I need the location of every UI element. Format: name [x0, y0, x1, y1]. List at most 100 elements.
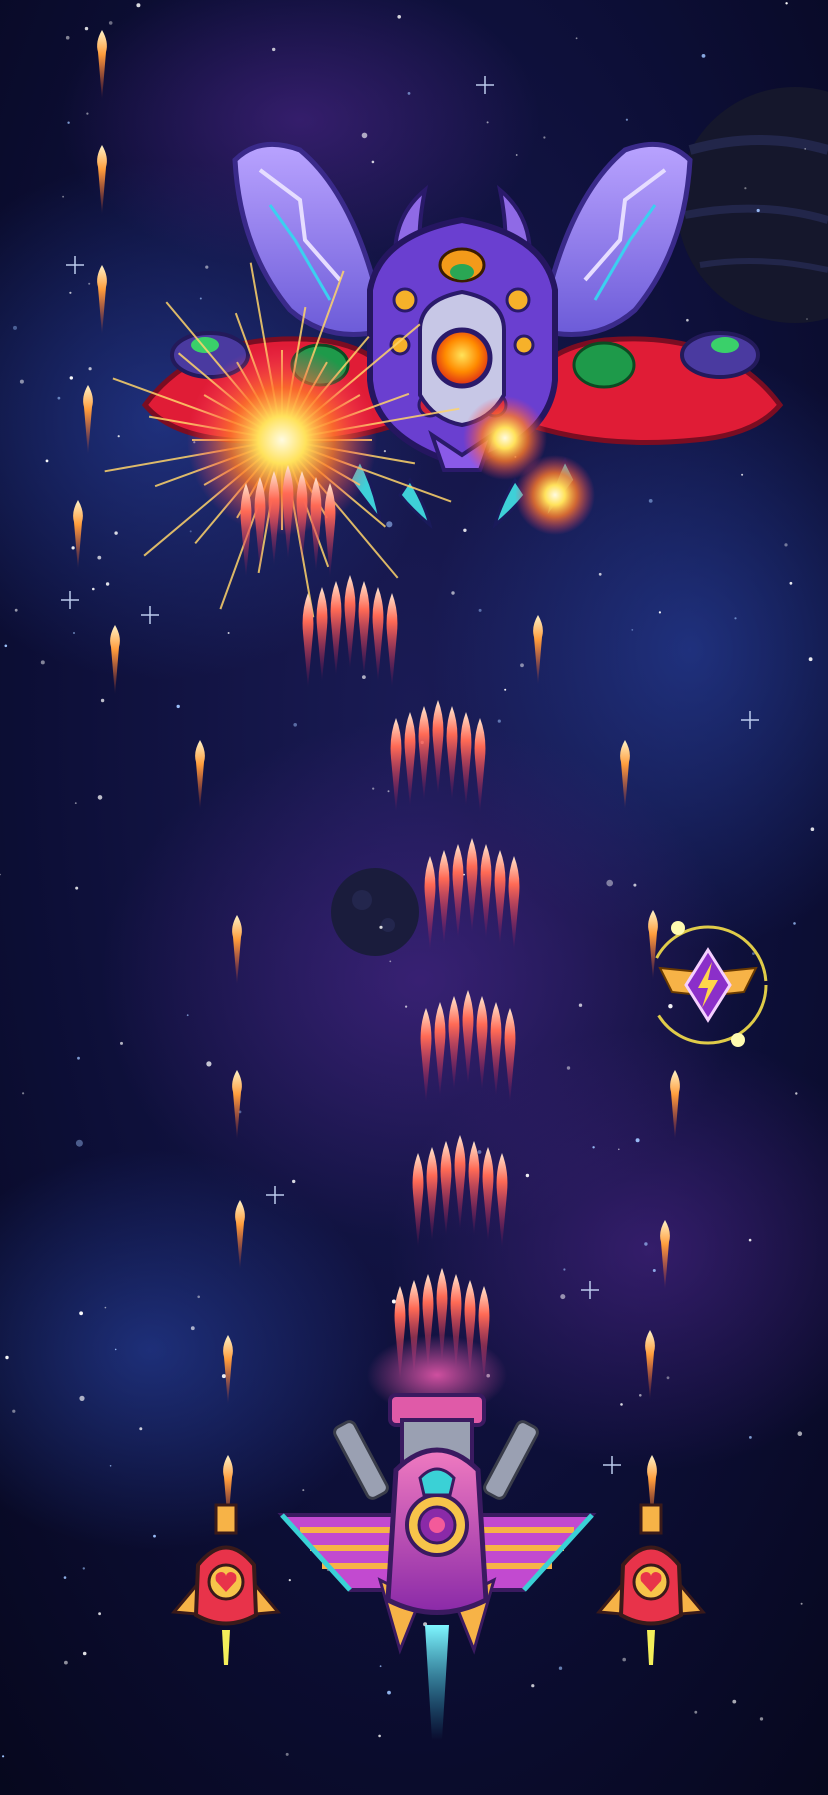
star [648, 499, 653, 503]
star [575, 37, 578, 40]
star [606, 879, 613, 887]
star [97, 795, 103, 800]
star [741, 473, 744, 476]
star [566, 1066, 571, 1070]
star [293, 723, 298, 727]
star [631, 629, 634, 631]
star [387, 1690, 391, 1695]
star [463, 528, 467, 532]
star [371, 160, 375, 164]
star [79, 1395, 85, 1401]
boss-core [431, 327, 493, 389]
star [117, 435, 120, 438]
star [635, 1138, 640, 1143]
star [104, 1306, 107, 1309]
star [57, 396, 61, 400]
star [13, 325, 17, 330]
star [69, 291, 72, 294]
star [98, 1612, 101, 1616]
star [285, 1752, 289, 1756]
star [84, 26, 89, 31]
star [190, 1326, 195, 1331]
star [19, 379, 24, 384]
star [558, 1666, 563, 1670]
star [666, 1376, 670, 1380]
star [88, 282, 91, 285]
game-scene[interactable] [0, 0, 828, 1795]
star [88, 367, 92, 371]
star [785, 2, 788, 5]
star [810, 827, 815, 831]
star [686, 318, 689, 322]
star [451, 591, 455, 595]
star [22, 1092, 25, 1095]
star [75, 886, 79, 890]
star [784, 543, 788, 547]
star [806, 318, 808, 320]
star [379, 1665, 382, 1668]
star [67, 121, 70, 124]
star [543, 136, 546, 139]
star [153, 1534, 156, 1538]
star [372, 787, 375, 790]
star [525, 1173, 530, 1178]
star [105, 582, 110, 586]
star [748, 1238, 752, 1242]
star [114, 531, 118, 535]
star [389, 960, 392, 963]
star [1, 1755, 5, 1758]
star [205, 265, 209, 269]
star [109, 1465, 112, 1467]
star [71, 546, 75, 550]
star [65, 35, 70, 40]
star [199, 297, 202, 300]
star [383, 450, 386, 453]
star [77, 1056, 80, 1060]
star [75, 1139, 83, 1147]
star [292, 1179, 296, 1184]
star [633, 883, 637, 887]
star [86, 112, 89, 115]
star [756, 208, 760, 213]
star [73, 632, 75, 634]
star [114, 1348, 117, 1351]
star [12, 1409, 16, 1413]
star [668, 1004, 673, 1009]
star [40, 660, 45, 665]
star [515, 154, 518, 156]
star [497, 719, 501, 723]
star [804, 148, 807, 150]
star [477, 1150, 482, 1154]
star [386, 521, 393, 528]
star [592, 1146, 595, 1149]
star [136, 3, 141, 8]
star [658, 611, 662, 614]
star [362, 675, 366, 679]
star [598, 572, 602, 576]
star [97, 555, 102, 560]
star [478, 608, 482, 612]
star [391, 1299, 396, 1304]
star [486, 121, 489, 124]
star [186, 1014, 189, 1017]
star [74, 802, 77, 804]
star [45, 459, 49, 463]
star [206, 1061, 212, 1067]
star [625, 118, 629, 121]
star [560, 1294, 566, 1300]
star [100, 698, 105, 703]
star [64, 1660, 68, 1665]
star [108, 21, 113, 25]
star [744, 187, 747, 190]
star [620, 1403, 623, 1406]
star [578, 1003, 583, 1007]
star [69, 376, 74, 380]
star [808, 657, 813, 662]
star [92, 587, 95, 591]
star [139, 1427, 143, 1431]
star [734, 617, 737, 620]
star [800, 1602, 803, 1605]
star [120, 1041, 123, 1045]
star [227, 632, 230, 634]
star [752, 952, 755, 955]
